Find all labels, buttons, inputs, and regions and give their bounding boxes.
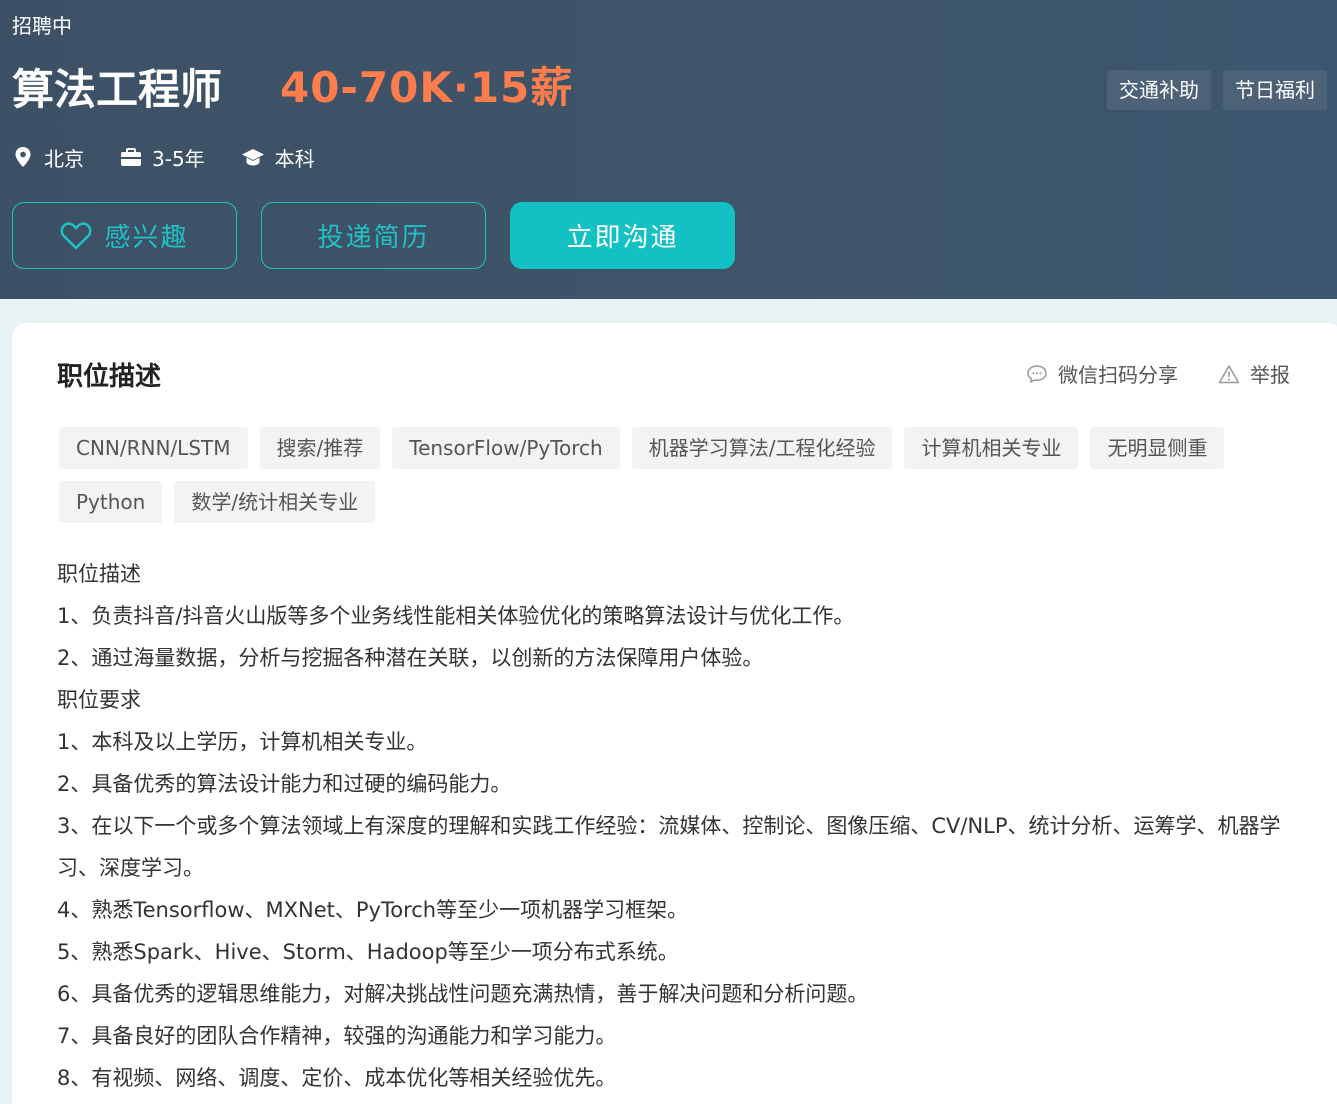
interest-button[interactable]: 感兴趣: [12, 202, 237, 269]
graduation-cap-icon: [241, 149, 264, 166]
skill-tag: 无明显侧重: [1090, 427, 1225, 469]
skill-tags: CNN/RNN/LSTM 搜索/推荐 TensorFlow/PyTorch 机器…: [59, 427, 1299, 523]
description-line: 职位要求: [57, 688, 141, 712]
description-line: 8、有视频、网络、调度、定价、成本优化等相关经验优先。: [57, 1066, 617, 1090]
description-line: 4、熟悉Tensorflow、MXNet、PyTorch等至少一项机器学习框架。: [57, 898, 689, 922]
share-button[interactable]: 微信扫码分享: [1026, 359, 1178, 388]
job-salary: 40-70K·15薪: [280, 63, 574, 112]
location-item: 北京: [12, 143, 84, 172]
benefit-list: 交通补助 节日福利: [1107, 70, 1327, 110]
description-line: 7、具备良好的团队合作精神，较强的沟通能力和学习能力。: [57, 1024, 617, 1048]
skill-tag: Python: [59, 481, 163, 523]
description-line: 职位描述: [57, 562, 141, 586]
skill-tag: 数学/统计相关专业: [174, 481, 376, 523]
description-line: 2、通过海量数据，分析与挖掘各种潜在关联，以创新的方法保障用户体验。: [57, 646, 764, 670]
description-line: 1、负责抖音/抖音火山版等多个业务线性能相关体验优化的策略算法设计与优化工作。: [57, 604, 855, 628]
chat-button[interactable]: 立即沟通: [510, 202, 735, 269]
card-title: 职位描述: [57, 362, 162, 392]
skill-tag: 机器学习算法/工程化经验: [631, 427, 893, 469]
job-description-text: 职位描述 1、负责抖音/抖音火山版等多个业务线性能相关体验优化的策略算法设计与优…: [57, 553, 1302, 1099]
job-header: 招聘中 算法工程师 40-70K·15薪 交通补助 节日福利 北京 3-5年 本…: [0, 0, 1337, 299]
benefit-tag: 节日福利: [1223, 70, 1327, 110]
job-title: 算法工程师: [12, 65, 223, 114]
report-label: 举报: [1250, 363, 1290, 387]
description-line: 2、具备优秀的算法设计能力和过硬的编码能力。: [57, 772, 512, 796]
report-button[interactable]: 举报: [1218, 359, 1290, 388]
apply-label: 投递简历: [317, 223, 430, 253]
location-pin-icon: [15, 147, 31, 167]
education-text: 本科: [274, 146, 315, 171]
benefit-tag: 交通补助: [1107, 70, 1211, 110]
interest-label: 感兴趣: [104, 223, 189, 253]
chat-bubble-icon: [1027, 364, 1047, 383]
skill-tag: 搜索/推荐: [259, 427, 381, 469]
card-actions: 微信扫码分享 举报: [986, 359, 1290, 388]
heart-icon: [60, 221, 92, 249]
description-line: 1、本科及以上学历，计算机相关专业。: [57, 730, 428, 754]
job-description-card: 职位描述 微信扫码分享 举报 CNN/RNN/LSTM 搜索/推荐 Tensor…: [12, 323, 1337, 1104]
education-item: 本科: [241, 143, 315, 172]
description-line: 5、熟悉Spark、Hive、Storm、Hadoop等至少一项分布式系统。: [57, 940, 679, 964]
job-meta: 北京 3-5年 本科: [12, 140, 351, 174]
experience-item: 3-5年: [120, 143, 205, 172]
description-line: 6、具备优秀的逻辑思维能力，对解决挑战性问题充满热情，善于解决问题和分析问题。: [57, 982, 869, 1006]
job-status: 招聘中: [12, 14, 72, 38]
location-text: 北京: [44, 146, 84, 171]
warning-triangle-icon: [1218, 364, 1240, 383]
apply-button[interactable]: 投递简历: [261, 202, 486, 269]
skill-tag: CNN/RNN/LSTM: [59, 427, 248, 469]
share-label: 微信扫码分享: [1058, 363, 1178, 387]
chat-label: 立即沟通: [566, 223, 679, 253]
description-line: 3、在以下一个或多个算法领域上有深度的理解和实践工作经验：流媒体、控制论、图像压…: [57, 814, 1281, 880]
skill-tag: 计算机相关专业: [904, 427, 1079, 469]
experience-text: 3-5年: [152, 146, 205, 171]
briefcase-icon: [121, 148, 141, 166]
skill-tag: TensorFlow/PyTorch: [392, 427, 620, 469]
